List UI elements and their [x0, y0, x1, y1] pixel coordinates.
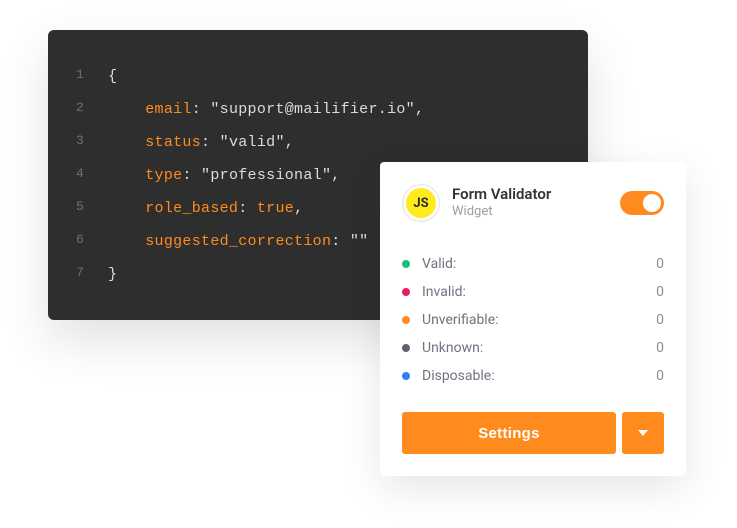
js-icon: JS — [402, 184, 440, 222]
status-dot — [402, 288, 410, 296]
token-punc: : — [182, 167, 201, 184]
token-punc: : — [201, 134, 220, 151]
settings-button[interactable]: Settings — [402, 412, 616, 454]
stat-list: Valid:0Invalid:0Unverifiable:0Unknown:0D… — [402, 250, 664, 390]
toggle-knob — [643, 194, 661, 212]
line-number: 3 — [76, 126, 108, 156]
stat-item: Invalid:0 — [402, 278, 664, 306]
token-punc: } — [108, 266, 117, 283]
token-key: role_based — [145, 200, 238, 217]
widget-titles: Form Validator Widget — [452, 185, 620, 221]
token-str: "valid" — [220, 134, 285, 151]
widget-subtitle: Widget — [452, 204, 620, 221]
token-punc: , — [415, 101, 424, 118]
line-content: email: "support@mailifier.io", — [108, 93, 424, 126]
button-row: Settings — [402, 412, 664, 454]
stat-label: Valid: — [422, 256, 656, 272]
token-punc: , — [285, 134, 294, 151]
token-str: "support@mailifier.io" — [210, 101, 415, 118]
token-kw: true — [257, 200, 294, 217]
token-punc: , — [294, 200, 303, 217]
stat-label: Disposable: — [422, 368, 656, 384]
code-line: 2 email: "support@mailifier.io", — [76, 93, 560, 126]
stat-value: 0 — [656, 256, 664, 272]
line-content: suggested_correction: "" — [108, 225, 368, 258]
line-content: { — [108, 60, 117, 93]
caret-down-icon — [638, 430, 648, 436]
widget-title: Form Validator — [452, 185, 620, 203]
token-str: "professional" — [201, 167, 331, 184]
status-dot — [402, 316, 410, 324]
line-content: } — [108, 258, 117, 291]
token-punc: : — [192, 101, 211, 118]
token-key: suggested_correction — [145, 233, 331, 250]
line-content: status: "valid", — [108, 126, 294, 159]
stat-item: Disposable:0 — [402, 362, 664, 390]
stat-item: Valid:0 — [402, 250, 664, 278]
token-key: status — [145, 134, 201, 151]
line-number: 4 — [76, 159, 108, 189]
settings-dropdown-button[interactable] — [622, 412, 664, 454]
stat-item: Unknown:0 — [402, 334, 664, 362]
widget-toggle[interactable] — [620, 191, 664, 215]
line-number: 7 — [76, 258, 108, 288]
stat-item: Unverifiable:0 — [402, 306, 664, 334]
code-line: 3 status: "valid", — [76, 126, 560, 159]
status-dot — [402, 372, 410, 380]
token-punc: : — [331, 233, 350, 250]
line-content: role_based: true, — [108, 192, 303, 225]
stat-label: Unknown: — [422, 340, 656, 356]
token-key: email — [145, 101, 192, 118]
token-punc: { — [108, 68, 117, 85]
line-number: 5 — [76, 192, 108, 222]
token-punc: , — [331, 167, 340, 184]
stat-value: 0 — [656, 312, 664, 328]
line-number: 2 — [76, 93, 108, 123]
line-number: 1 — [76, 60, 108, 90]
widget-header: JS Form Validator Widget — [402, 184, 664, 222]
token-str: "" — [350, 233, 369, 250]
code-line: 1{ — [76, 60, 560, 93]
stat-value: 0 — [656, 368, 664, 384]
stat-value: 0 — [656, 340, 664, 356]
token-key: type — [145, 167, 182, 184]
line-content: type: "professional", — [108, 159, 341, 192]
status-dot — [402, 260, 410, 268]
status-dot — [402, 344, 410, 352]
line-number: 6 — [76, 225, 108, 255]
stat-value: 0 — [656, 284, 664, 300]
token-punc: : — [238, 200, 257, 217]
stat-label: Unverifiable: — [422, 312, 656, 328]
form-validator-widget: JS Form Validator Widget Valid:0Invalid:… — [380, 162, 686, 476]
stat-label: Invalid: — [422, 284, 656, 300]
